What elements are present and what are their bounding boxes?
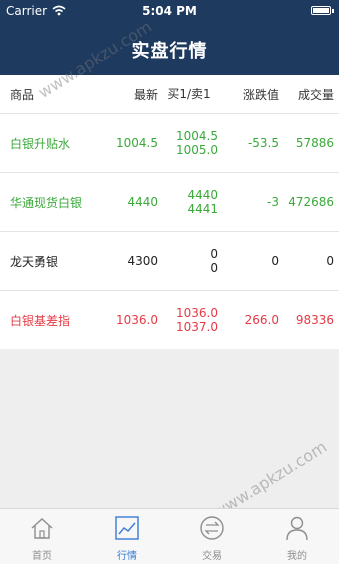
row-latest: 4300 — [127, 254, 158, 268]
tab-trade[interactable]: 交易 — [170, 509, 254, 564]
row-change: -3 — [267, 195, 279, 209]
row-ask: 4441 — [187, 202, 218, 216]
table-row[interactable]: 华通现货白银 4440 4440 4441 -3 472686 — [0, 173, 339, 232]
row-latest: 1004.5 — [116, 136, 158, 150]
row-bidask: 1036.0 1037.0 — [160, 291, 218, 349]
tab-label: 交易 — [202, 551, 222, 562]
tab-home[interactable]: 首页 — [0, 509, 84, 564]
home-icon — [31, 518, 53, 539]
row-volume: 57886 — [295, 136, 334, 150]
tab-label: 行情 — [117, 551, 137, 562]
row-latest: 1036.0 — [116, 313, 158, 327]
row-ask: 1037.0 — [176, 320, 218, 334]
user-icon — [286, 516, 308, 541]
battery-icon — [311, 6, 334, 15]
row-bidask: 4440 4441 — [160, 173, 218, 231]
row-name: 白银基差指 — [10, 313, 71, 328]
tab-quotes[interactable]: 行情 — [85, 509, 169, 564]
row-latest: 4440 — [127, 195, 158, 209]
trade-icon — [200, 516, 224, 540]
table-row[interactable]: 白银基差指 1036.0 1036.0 1037.0 266.0 98336 — [0, 291, 339, 349]
row-name: 白银升贴水 — [10, 136, 71, 151]
row-change: 266.0 — [244, 313, 279, 327]
row-change: -53.5 — [247, 136, 279, 150]
col-header-bidask: 买1/卖1 — [167, 87, 211, 101]
row-name: 华通现货白银 — [10, 195, 83, 210]
row-ask: 0 — [210, 261, 218, 275]
tab-mine[interactable]: 我的 — [255, 509, 339, 564]
row-volume: 98336 — [295, 313, 334, 327]
row-volume: 0 — [326, 254, 334, 268]
app-header: Carrier 5:04 PM 实盘行情 — [0, 0, 339, 75]
tab-label: 首页 — [32, 551, 52, 562]
row-name: 龙天勇银 — [10, 254, 59, 269]
page-title: 实盘行情 — [131, 41, 208, 62]
status-time: 5:04 PM — [142, 4, 197, 18]
row-bidask: 0 0 — [160, 232, 218, 290]
tab-label: 我的 — [287, 551, 307, 562]
table-row[interactable]: 龙天勇银 4300 0 0 0 0 — [0, 232, 339, 291]
row-bid: 4440 — [187, 188, 218, 202]
row-change: 0 — [271, 254, 279, 268]
col-header-volume: 成交量 — [297, 87, 334, 102]
row-bid: 0 — [210, 247, 218, 261]
row-bid: 1036.0 — [176, 306, 218, 320]
status-bar: Carrier 5:04 PM — [0, 0, 339, 22]
row-bid: 1004.5 — [176, 129, 218, 143]
row-bidask: 1004.5 1005.0 — [160, 114, 218, 172]
row-ask: 1005.0 — [176, 143, 218, 157]
col-header-latest: 最新 — [133, 87, 158, 102]
tab-bar: 首页 行情 交易 我的 — [0, 508, 339, 564]
chart-icon — [115, 516, 139, 540]
table-row[interactable]: 白银升贴水 1004.5 1004.5 1005.0 -53.5 57886 — [0, 114, 339, 173]
quote-table: 商品 最新 买1/卖1 涨跌值 成交量 白银升贴水 1004.5 1004.5 … — [0, 75, 339, 349]
col-header-change: 涨跌值 — [242, 87, 279, 102]
row-volume: 472686 — [288, 195, 334, 209]
